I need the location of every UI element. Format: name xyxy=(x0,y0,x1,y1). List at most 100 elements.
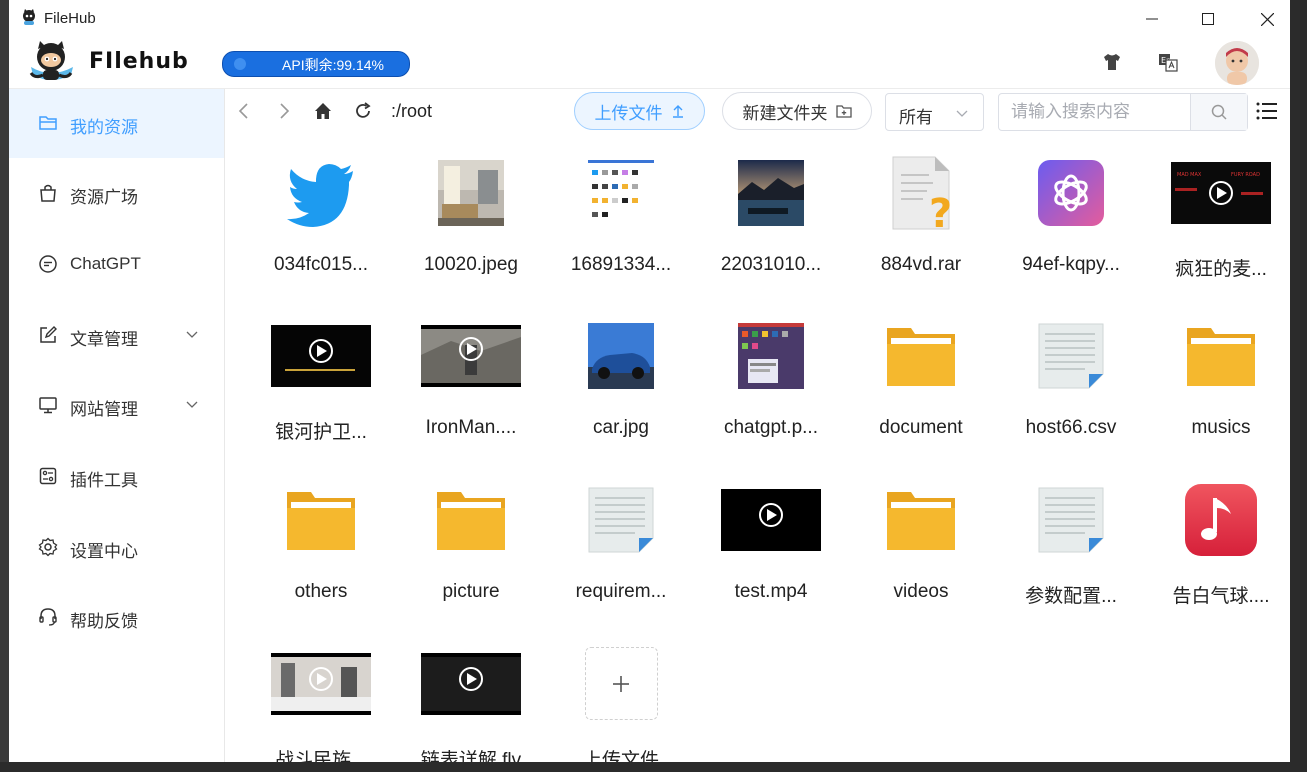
sidebar-item-resource-plaza[interactable]: 资源广场 xyxy=(9,159,224,228)
file-name: 94ef-kqpy... xyxy=(1022,254,1120,275)
file-item[interactable]: chatgpt.p... xyxy=(696,298,846,462)
upload-file-button[interactable]: 上传文件 xyxy=(574,92,705,130)
shirt-icon[interactable] xyxy=(1101,51,1123,73)
folder-item[interactable]: picture xyxy=(396,462,546,626)
minimize-button[interactable] xyxy=(1129,2,1175,36)
search-input[interactable] xyxy=(999,94,1213,130)
chevron-down-icon xyxy=(186,401,198,408)
folder-icon xyxy=(887,491,955,550)
file-name: 884vd.rar xyxy=(880,254,962,275)
translate-icon[interactable]: En xyxy=(1157,51,1179,73)
current-path: :/root xyxy=(391,101,433,121)
back-icon[interactable] xyxy=(234,101,254,121)
folder-item[interactable]: musics xyxy=(1146,298,1290,462)
file-name: musics xyxy=(1191,417,1251,438)
sidebar: 我的资源 资源广场 ChatGPT 文章管理 网站管理 插件工具 设置中心 帮助… xyxy=(9,89,225,762)
file-item[interactable]: 034fc015... xyxy=(246,135,396,299)
sidebar-item-label: 设置中心 xyxy=(70,542,138,561)
file-item[interactable]: 16891334... xyxy=(546,135,696,299)
new-folder-button[interactable]: 新建文件夹 xyxy=(722,92,872,130)
screenshot-image xyxy=(588,159,654,226)
minimize-icon xyxy=(1146,18,1158,20)
file-name: picture xyxy=(442,581,500,602)
upload-file-label: 上传文件 xyxy=(594,103,663,123)
file-item[interactable]: MAD MAX FURY ROAD 疯狂的麦... xyxy=(1146,135,1290,299)
search-icon xyxy=(1211,104,1227,120)
file-thumb xyxy=(246,298,396,413)
upload-tile[interactable]: 上传文件 xyxy=(546,626,696,762)
upload-plus-box[interactable] xyxy=(584,647,658,720)
file-thumb xyxy=(396,462,546,577)
file-thumb xyxy=(396,626,546,741)
sidebar-item-label: 插件工具 xyxy=(70,471,138,490)
file-item[interactable]: 10020.jpeg xyxy=(396,135,546,299)
background-window-edge xyxy=(0,0,9,772)
twitter-image xyxy=(287,163,353,227)
text-file-icon xyxy=(1038,323,1104,388)
api-quota-label: API剩余:99.14% xyxy=(282,57,384,73)
file-name: 告白气球.... xyxy=(1172,586,1270,607)
sidebar-item-article-management[interactable]: 文章管理 xyxy=(9,301,224,370)
sidebar-item-my-resources[interactable]: 我的资源 xyxy=(9,89,224,158)
file-item[interactable]: 银河护卫... xyxy=(246,298,396,462)
screenshot-image-2 xyxy=(738,322,804,389)
sidebar-item-help-feedback[interactable]: 帮助反馈 xyxy=(9,583,224,652)
file-name: others xyxy=(294,581,348,602)
refresh-icon[interactable] xyxy=(353,101,373,121)
home-icon[interactable] xyxy=(313,101,333,121)
lake-photo-image xyxy=(738,159,804,226)
file-name: 疯狂的麦... xyxy=(1175,259,1267,280)
sidebar-item-site-management[interactable]: 网站管理 xyxy=(9,371,224,440)
forward-icon[interactable] xyxy=(274,101,294,121)
sidebar-item-label: 资源广场 xyxy=(70,188,138,207)
file-name: IronMan.... xyxy=(425,417,517,438)
gear-icon xyxy=(38,537,58,557)
chevron-down-icon xyxy=(186,331,198,338)
title-bar[interactable]: FileHub xyxy=(9,0,1290,38)
file-item[interactable]: car.jpg xyxy=(546,298,696,462)
folder-item[interactable]: others xyxy=(246,462,396,626)
folder-item[interactable]: document xyxy=(846,298,996,462)
file-item[interactable]: 链表详解.flv xyxy=(396,626,546,762)
file-item[interactable]: 参数配置... xyxy=(996,462,1146,626)
text-file-icon xyxy=(1038,487,1104,552)
file-item[interactable]: 94ef-kqpy... xyxy=(996,135,1146,299)
new-folder-label: 新建文件夹 xyxy=(742,103,828,123)
file-item[interactable]: 22031010... xyxy=(696,135,846,299)
close-button[interactable] xyxy=(1244,2,1290,36)
sidebar-item-settings[interactable]: 设置中心 xyxy=(9,513,224,582)
sidebar-item-chatgpt[interactable]: ChatGPT xyxy=(9,230,224,299)
file-name: videos xyxy=(893,581,949,602)
file-thumb xyxy=(696,135,846,250)
upload-icon xyxy=(672,105,683,118)
list-view-icon[interactable] xyxy=(1256,101,1278,121)
file-name: 034fc015... xyxy=(273,254,369,275)
file-thumb xyxy=(846,462,996,577)
svg-text:?: ? xyxy=(929,191,952,231)
file-item[interactable]: 战斗民族... xyxy=(246,626,396,762)
logo-text: FIlehub xyxy=(89,49,189,74)
file-item[interactable]: test.mp4 xyxy=(696,462,846,626)
video-thumbnail xyxy=(271,652,371,715)
file-item[interactable]: host66.csv xyxy=(996,298,1146,462)
file-type-filter[interactable]: 所有 xyxy=(885,93,984,131)
video-thumbnail: MAD MAX FURY ROAD xyxy=(1171,161,1271,224)
sidebar-item-plugin-tools[interactable]: 插件工具 xyxy=(9,442,224,511)
search-button[interactable] xyxy=(1190,94,1247,130)
file-item[interactable]: ? 884vd.rar xyxy=(846,135,996,299)
folder-item[interactable]: videos xyxy=(846,462,996,626)
file-name: 22031010... xyxy=(720,254,822,275)
folder-add-icon xyxy=(835,105,852,118)
video-thumbnail xyxy=(271,324,371,387)
file-item[interactable]: IronMan.... xyxy=(396,298,546,462)
file-thumb: MAD MAX FURY ROAD xyxy=(1146,135,1290,250)
maximize-icon xyxy=(1202,13,1214,25)
file-thumb xyxy=(696,462,846,577)
file-name: 银河护卫... xyxy=(275,422,367,443)
maximize-button[interactable] xyxy=(1185,2,1231,36)
avatar-image xyxy=(1215,41,1259,85)
folder-icon xyxy=(287,491,355,550)
file-item[interactable]: 告白气球.... xyxy=(1146,462,1290,626)
avatar[interactable] xyxy=(1215,41,1259,85)
file-item[interactable]: requirem... xyxy=(546,462,696,626)
